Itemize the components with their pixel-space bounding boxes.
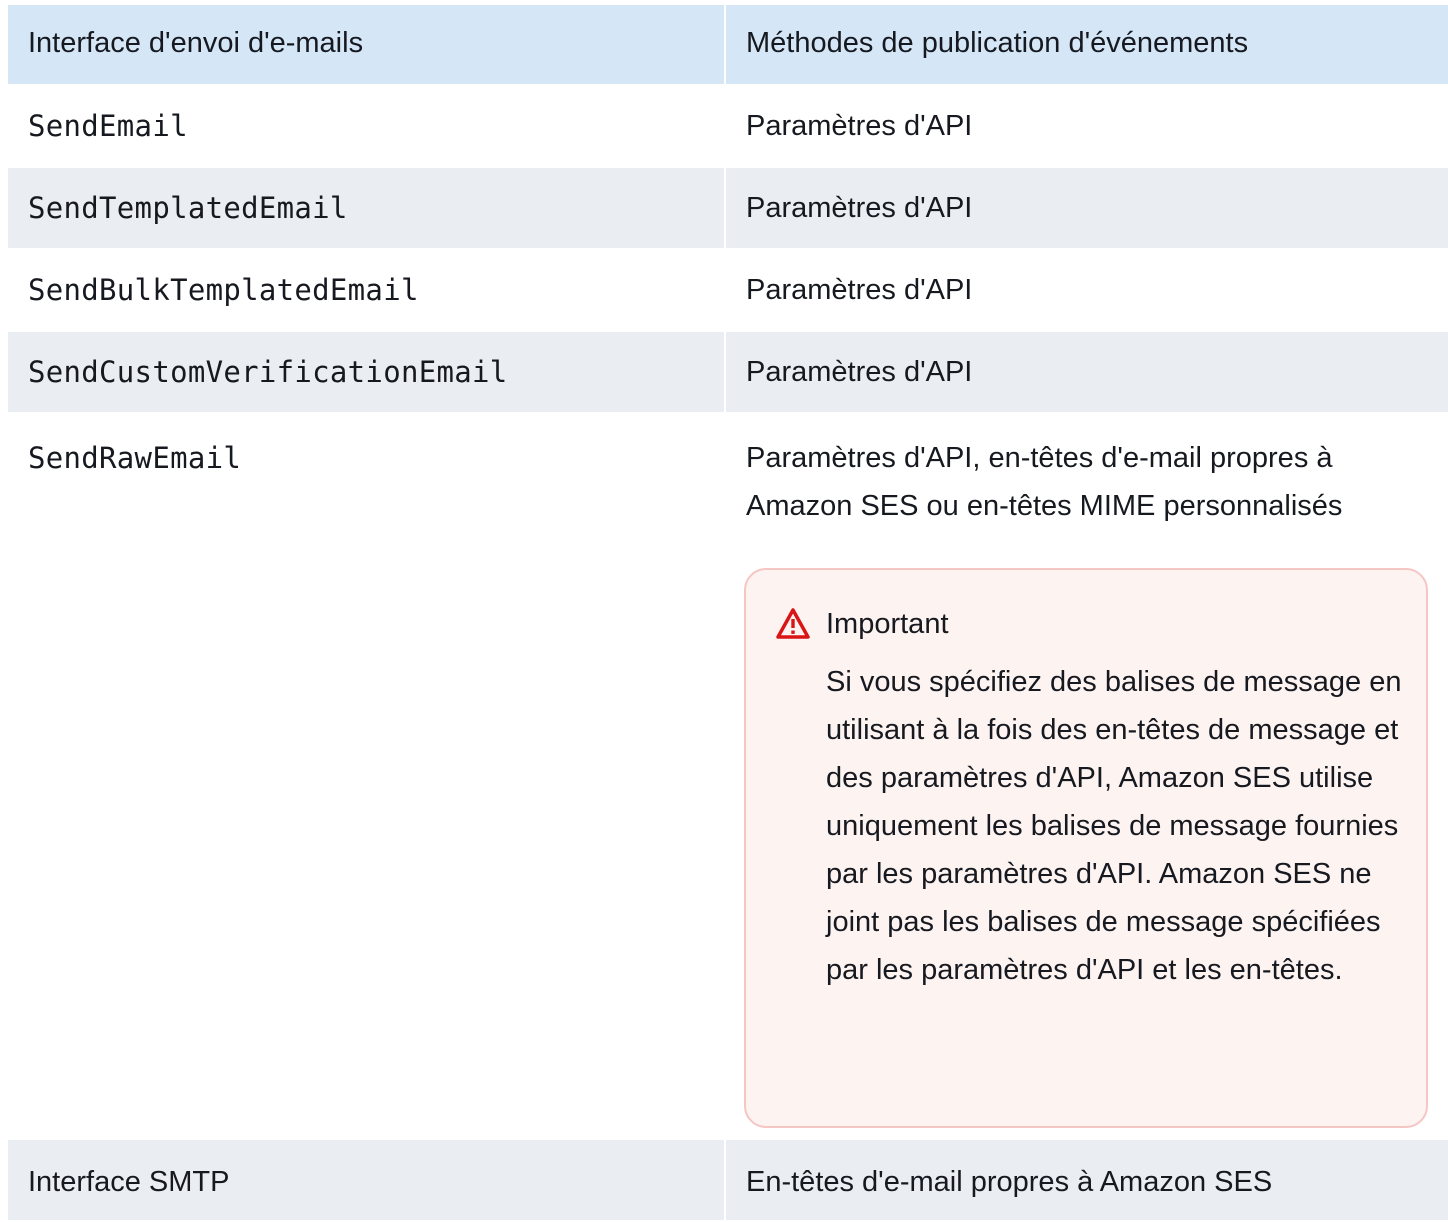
interface-cell: SendCustomVerificationEmail — [8, 332, 726, 412]
table-row: SendTemplatedEmail Paramètres d'API — [8, 168, 1448, 250]
table-row: Interface SMTP En-têtes d'e-mail propres… — [8, 1140, 1448, 1222]
interface-cell: SendEmail — [8, 86, 726, 166]
alert-title: Important — [826, 608, 949, 640]
methods-cell: Paramètres d'API — [726, 168, 1448, 248]
table-row: SendRawEmail Paramètres d'API, en-têtes … — [8, 414, 1448, 1140]
interface-cell: SendTemplatedEmail — [8, 168, 726, 248]
table-row: SendEmail Paramètres d'API — [8, 86, 1448, 168]
table-row: SendCustomVerificationEmail Paramètres d… — [8, 332, 1448, 414]
warning-icon — [776, 607, 810, 641]
column-header-interface: Interface d'envoi d'e-mails — [8, 5, 726, 84]
interface-cell: Interface SMTP — [8, 1140, 726, 1220]
methods-cell: Paramètres d'API — [726, 86, 1448, 166]
methods-cell: En-têtes d'e-mail propres à Amazon SES — [726, 1140, 1448, 1220]
table-header-row: Interface d'envoi d'e-mails Méthodes de … — [8, 5, 1448, 86]
methods-cell: Paramètres d'API — [726, 332, 1448, 412]
interface-cell: SendRawEmail — [8, 414, 726, 1138]
important-alert: Important Si vous spécifiez des balises … — [744, 568, 1428, 1128]
alert-body: Si vous spécifiez des balises de message… — [826, 666, 1402, 986]
alert-header: Important — [776, 602, 1396, 646]
interface-cell: SendBulkTemplatedEmail — [8, 250, 726, 330]
column-header-methods: Méthodes de publication d'événements — [726, 5, 1448, 84]
methods-cell: Paramètres d'API — [726, 250, 1448, 330]
event-publishing-table: Interface d'envoi d'e-mails Méthodes de … — [8, 5, 1448, 1222]
table-row: SendBulkTemplatedEmail Paramètres d'API — [8, 250, 1448, 332]
methods-cell: Paramètres d'API, en-têtes d'e-mail prop… — [726, 414, 1448, 1138]
methods-text: Paramètres d'API, en-têtes d'e-mail prop… — [746, 442, 1343, 522]
